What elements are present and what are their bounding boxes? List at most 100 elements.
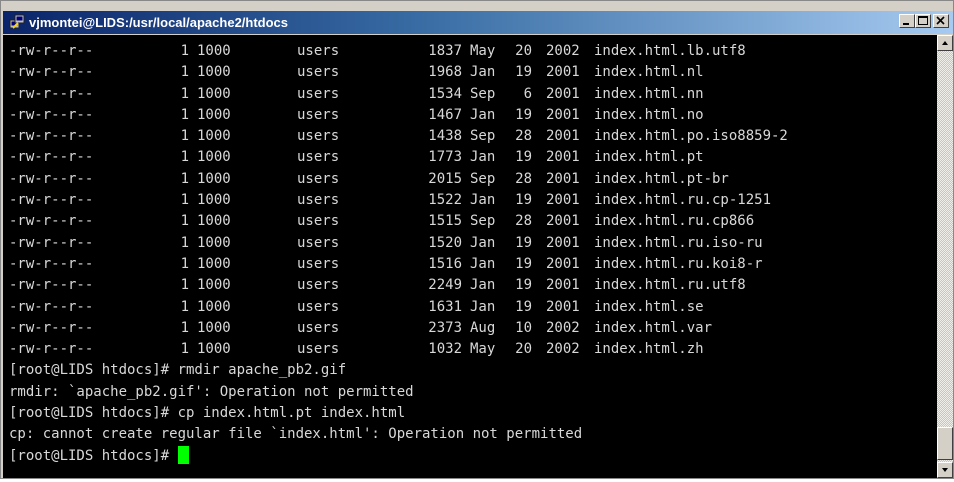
listing-row: -rw-r--r-- 1 1000 users 1438 Sep 28 2001 index.h… [9,126,788,147]
link-count: 1 [180,149,189,166]
file-year: 2002 [546,341,580,358]
listing-row: -rw-r--r-- 1 1000 users 1467 Jan 19 2001 index.h… [9,105,788,126]
file-month: Jan [470,234,496,251]
file-day: 10 [515,319,532,336]
vertical-scrollbar[interactable] [937,35,953,478]
file-owner: 1000 [197,149,231,166]
file-year: 2001 [546,85,580,102]
title-bar[interactable]: vjmontei@LIDS:/usr/local/apache2/htdocs [3,11,953,34]
file-year: 2001 [546,170,580,187]
file-month: Sep [470,213,496,230]
file-year: 2001 [546,128,580,145]
file-month: Sep [470,170,496,187]
file-owner: 1000 [197,43,231,59]
file-owner: 1000 [197,213,231,230]
file-group: users [297,106,340,123]
file-permissions: -rw-r--r-- [9,128,94,145]
file-day: 28 [515,128,532,145]
file-owner: 1000 [197,319,231,336]
file-day: 6 [523,85,532,102]
file-day: 19 [515,149,532,166]
file-owner: 1000 [197,192,231,209]
minimize-button[interactable] [899,14,915,28]
file-size: 1520 [428,234,462,251]
file-permissions: -rw-r--r-- [9,85,94,102]
file-month: Jan [470,149,496,166]
listing-row: -rw-r--r-- 1 1000 users 2015 Sep 28 2001 index.h… [9,169,788,190]
file-name: index.html.ru.cp866 [594,213,755,230]
link-count: 1 [180,341,189,358]
file-name: index.html.pt-br [594,170,729,187]
link-count: 1 [180,106,189,123]
file-day: 20 [515,43,532,59]
file-month: Sep [470,128,496,145]
file-name: index.html.se [594,298,704,315]
file-day: 28 [515,213,532,230]
link-count: 1 [180,255,189,272]
link-count: 1 [180,128,189,145]
scrollbar-track[interactable] [937,51,953,462]
file-month: Jan [470,64,496,81]
file-size: 1968 [428,64,462,81]
file-name: index.html.pt [594,149,704,166]
listing-row: -rw-r--r-- 1 1000 users 1520 Jan 19 2001 index.h… [9,233,788,254]
file-size: 1837 [428,43,462,59]
file-month: Jan [470,192,496,209]
file-year: 2001 [546,213,580,230]
file-month: Jan [470,255,496,272]
file-group: users [297,234,340,251]
link-count: 1 [180,64,189,81]
text-cursor [177,445,189,464]
file-owner: 1000 [197,298,231,315]
file-year: 2002 [546,43,580,59]
file-year: 2001 [546,149,580,166]
putty-terminal-icon [9,14,25,29]
listing-row: -rw-r--r-- 1 1000 users 1968 Jan 19 2001 index.h… [9,62,788,83]
file-month: Jan [470,298,496,315]
close-button[interactable] [933,14,949,28]
terminal-output[interactable]: -rw-r--r-- 1 1000 users 1837 May 20 2002 index.h… [3,35,937,478]
scrollbar-thumb[interactable] [937,427,953,460]
caption-buttons [899,14,949,28]
file-permissions: -rw-r--r-- [9,192,94,209]
file-owner: 1000 [197,85,231,102]
file-permissions: -rw-r--r-- [9,43,94,59]
listing-row: -rw-r--r-- 1 1000 users 2249 Jan 19 2001 index.h… [9,275,788,296]
file-size: 2249 [428,277,462,294]
minimize-icon [903,23,909,25]
listing-row: -rw-r--r-- 1 1000 users 1522 Jan 19 2001 index.h… [9,190,788,211]
file-month: Sep [470,85,496,102]
file-owner: 1000 [197,255,231,272]
shell-prompt: [root@LIDS htdocs]# [9,447,178,464]
file-month: Jan [470,106,496,123]
terminal-output-line: rmdir: `apache_pb2.gif': Operation not p… [9,383,414,400]
link-count: 1 [180,43,189,59]
maximize-button[interactable] [915,14,931,28]
file-group: users [297,43,340,59]
scroll-down-button[interactable] [937,462,953,478]
listing-row: -rw-r--r-- 1 1000 users 2373 Aug 10 2002 index.h… [9,318,788,339]
file-size: 1516 [428,255,462,272]
link-count: 1 [180,85,189,102]
file-owner: 1000 [197,234,231,251]
file-day: 19 [515,298,532,315]
terminal-output-line: [root@LIDS htdocs]# cp index.html.pt ind… [9,405,406,422]
file-size: 1534 [428,85,462,102]
scroll-up-button[interactable] [937,35,953,51]
file-group: users [297,277,340,294]
terminal-output-line: cp: cannot create regular file `index.ht… [9,426,583,443]
file-year: 2001 [546,64,580,81]
file-day: 19 [515,234,532,251]
file-name: index.html.ru.cp-1251 [594,192,772,209]
file-year: 2001 [546,234,580,251]
file-name: index.html.po.iso8859-2 [594,128,788,145]
link-count: 1 [180,170,189,187]
file-owner: 1000 [197,106,231,123]
file-year: 2001 [546,298,580,315]
file-size: 1032 [428,341,462,358]
link-count: 1 [180,234,189,251]
listing-row: -rw-r--r-- 1 1000 users 1631 Jan 19 2001 index.h… [9,297,788,318]
file-year: 2002 [546,319,580,336]
listing-row: -rw-r--r-- 1 1000 users 1516 Jan 19 2001 index.h… [9,254,788,275]
file-month: May [470,341,496,358]
